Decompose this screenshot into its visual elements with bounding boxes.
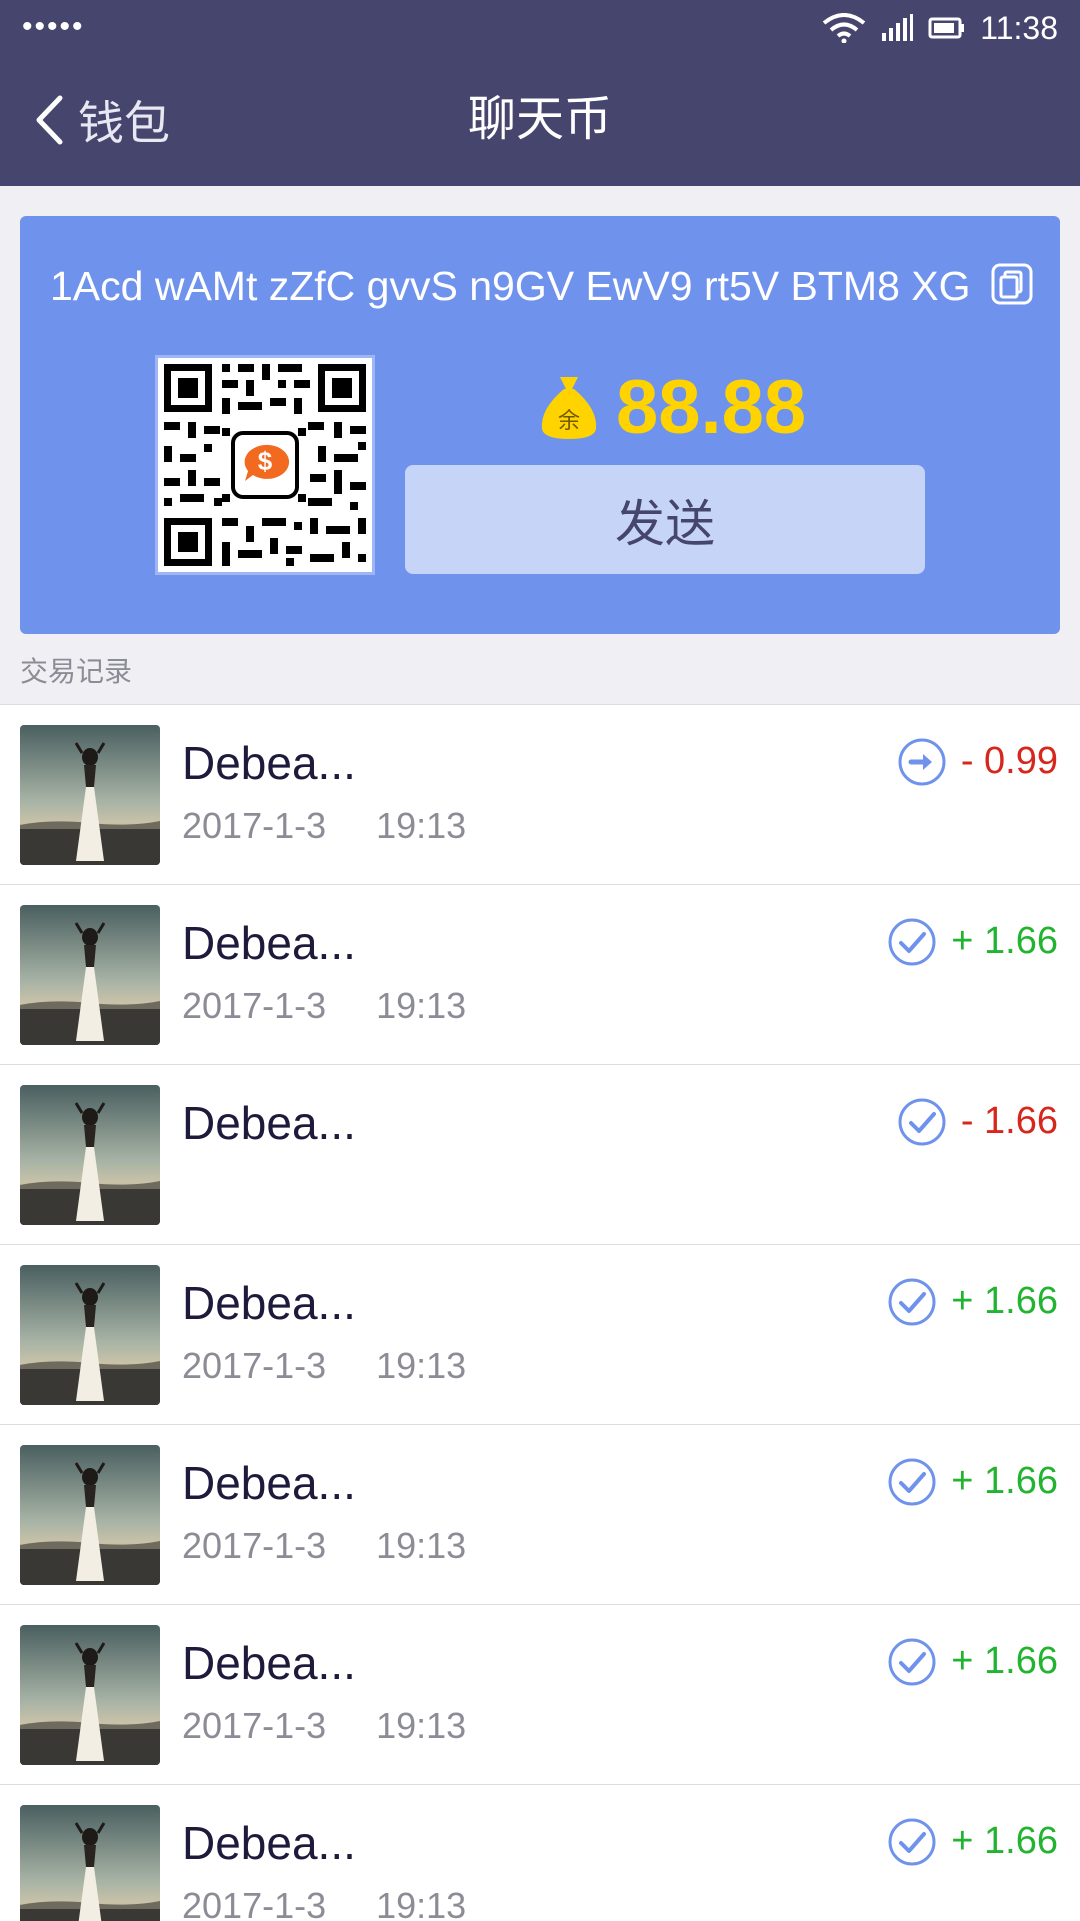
qr-code[interactable]: $	[155, 355, 375, 575]
signal-dots: •••••	[22, 10, 85, 43]
transaction-date: 2017-1-3	[182, 1705, 327, 1746]
transaction-datetime: 2017-1-3 19:13	[182, 805, 466, 847]
transaction-datetime	[182, 1165, 232, 1207]
transaction-row-2[interactable]: Debea... 2017-1-3 19:13 + 1.66	[0, 885, 1080, 1065]
transaction-name: Debea...	[182, 1457, 356, 1509]
transaction-datetime: 2017-1-3 19:13	[182, 1345, 466, 1387]
copy-icon[interactable]	[990, 262, 1034, 306]
transaction-row-1[interactable]: Debea... 2017-1-3 19:13 - 0.99	[0, 705, 1080, 885]
qr-logo-symbol: $	[258, 446, 273, 476]
transaction-date: 2017-1-3	[182, 1885, 327, 1921]
transaction-row-6[interactable]: Debea... 2017-1-3 19:13 + 1.66	[0, 1605, 1080, 1785]
transaction-time: 19:13	[376, 1885, 467, 1921]
transaction-date: 2017-1-3	[182, 805, 327, 846]
balance-row: 余 88.88	[538, 364, 806, 450]
avatar	[20, 1805, 160, 1921]
status-bar: ••••• 11:38	[0, 0, 1080, 54]
transaction-row-7[interactable]: Debea... 2017-1-3 19:13 + 1.66	[0, 1785, 1080, 1921]
transaction-time: 19:13	[376, 985, 467, 1026]
transaction-amount: - 0.99	[960, 740, 1058, 782]
transaction-row-5[interactable]: Debea... 2017-1-3 19:13 + 1.66	[0, 1425, 1080, 1605]
transaction-amount: + 1.66	[951, 1820, 1058, 1862]
transaction-date: 2017-1-3	[182, 1525, 327, 1566]
transaction-name: Debea...	[182, 737, 356, 789]
avatar	[20, 1625, 160, 1765]
check-circle-icon	[898, 1098, 946, 1146]
transaction-list: Debea... 2017-1-3 19:13 - 0.99 Debea... …	[0, 704, 1080, 1921]
balance-amount: 88.88	[616, 364, 807, 450]
check-circle-icon	[888, 1818, 936, 1866]
transaction-name: Debea...	[182, 1637, 356, 1689]
nav-bar: 钱包 聊天币	[0, 54, 1080, 186]
battery-icon	[928, 17, 965, 39]
qr-code-graphic: $	[158, 358, 372, 572]
balance-icon-label: 余	[558, 409, 580, 434]
money-bag-icon: 余	[541, 377, 597, 439]
wallet-card: 1Acd wAMt zZfC gvvS n9GV EwV9 rt5V BTM8 …	[20, 216, 1060, 634]
transaction-name: Debea...	[182, 1817, 356, 1869]
transaction-time: 19:13	[376, 1345, 467, 1386]
transaction-row-4[interactable]: Debea... 2017-1-3 19:13 + 1.66	[0, 1245, 1080, 1425]
cell-signal-icon	[882, 14, 914, 41]
avatar-image	[20, 1625, 160, 1765]
section-label: 交易记录	[20, 656, 133, 687]
transaction-name: Debea...	[182, 1277, 356, 1329]
check-circle-icon	[888, 918, 936, 966]
transaction-name: Debea...	[182, 1097, 356, 1149]
transaction-amount: + 1.66	[951, 1640, 1058, 1682]
transaction-datetime: 2017-1-3 19:13	[182, 1525, 466, 1567]
avatar-image	[20, 1805, 160, 1921]
check-circle-icon	[888, 1458, 936, 1506]
transaction-date: 2017-1-3	[182, 1345, 327, 1386]
transaction-time: 19:13	[376, 1525, 467, 1566]
avatar	[20, 1085, 160, 1225]
wifi-icon	[823, 13, 866, 43]
transaction-name: Debea...	[182, 917, 356, 969]
avatar-image	[20, 1085, 160, 1225]
send-button[interactable]: 发送	[405, 465, 925, 574]
avatar-image	[20, 1445, 160, 1585]
transaction-time: 19:13	[376, 805, 467, 846]
transaction-amount: + 1.66	[951, 1280, 1058, 1322]
sent-arrow-icon	[898, 738, 946, 786]
wallet-address[interactable]: 1Acd wAMt zZfC gvvS n9GV EwV9 rt5V BTM8 …	[50, 256, 980, 316]
check-circle-icon	[888, 1278, 936, 1326]
avatar-image	[20, 1265, 160, 1405]
transaction-amount: + 1.66	[951, 1460, 1058, 1502]
transaction-datetime: 2017-1-3 19:13	[182, 1885, 466, 1921]
transaction-amount: - 1.66	[960, 1100, 1058, 1142]
transaction-amount: + 1.66	[951, 920, 1058, 962]
avatar	[20, 725, 160, 865]
status-icons: 11:38	[822, 8, 1058, 48]
avatar	[20, 905, 160, 1045]
transaction-time: 19:13	[376, 1705, 467, 1746]
page-title: 聊天币	[467, 93, 612, 146]
status-time: 11:38	[980, 9, 1058, 46]
avatar-image	[20, 905, 160, 1045]
avatar-image	[20, 725, 160, 865]
transaction-row-3[interactable]: Debea... - 1.66	[0, 1065, 1080, 1245]
avatar	[20, 1265, 160, 1405]
transaction-datetime: 2017-1-3 19:13	[182, 985, 466, 1027]
check-circle-icon	[888, 1638, 936, 1686]
transaction-datetime: 2017-1-3 19:13	[182, 1705, 466, 1747]
avatar	[20, 1445, 160, 1585]
transaction-date: 2017-1-3	[182, 985, 327, 1026]
